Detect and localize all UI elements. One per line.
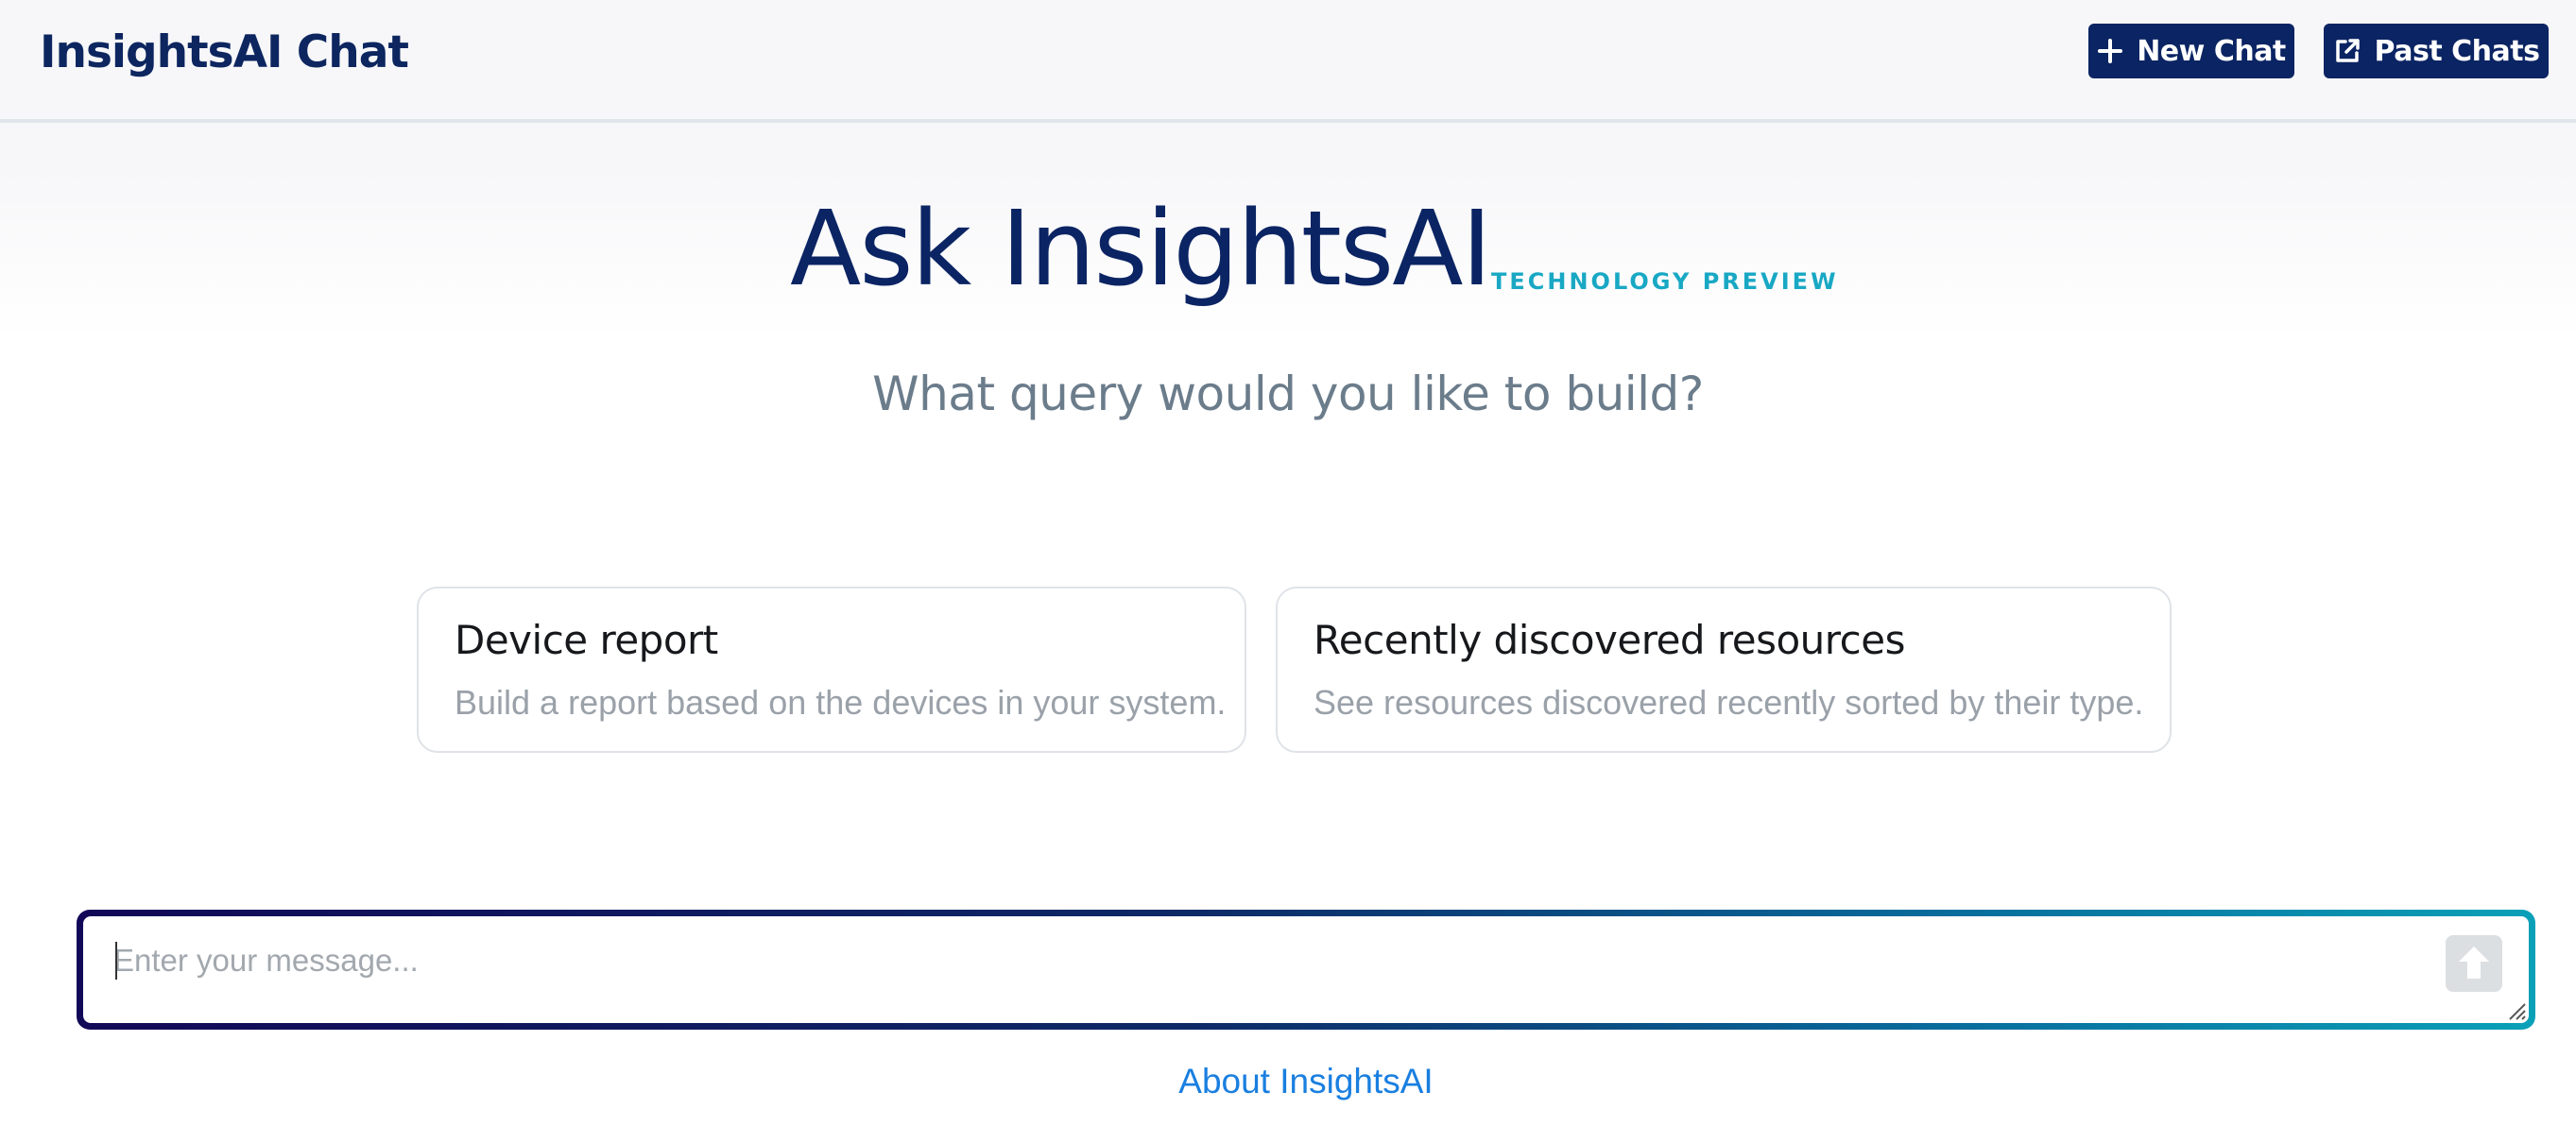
hero-subtitle: What query would you like to build? — [0, 370, 2576, 418]
arrow-up-icon — [2455, 943, 2493, 985]
new-chat-button[interactable]: New Chat — [2088, 24, 2294, 78]
suggestion-card-description: See resources discovered recently sorted… — [1314, 683, 2144, 722]
app-page: InsightsAI Chat New Chat Past Chats Ask … — [0, 0, 2576, 1126]
new-chat-label: New Chat — [2137, 34, 2286, 68]
about-insightsai-link[interactable]: About InsightsAI — [0, 1064, 2576, 1099]
about-link-text: About InsightsAI — [1178, 1062, 1434, 1100]
message-composer-inner — [83, 916, 2529, 1023]
send-button[interactable] — [2446, 935, 2502, 992]
resize-handle-icon[interactable] — [2504, 998, 2527, 1021]
external-link-icon — [2333, 37, 2361, 65]
suggestion-card-recent-resources[interactable]: Recently discovered resources See resour… — [1276, 587, 2172, 753]
message-composer — [77, 910, 2535, 1030]
hero-subtitle-text: What query would you like to build? — [872, 367, 1704, 421]
past-chats-button[interactable]: Past Chats — [2324, 24, 2549, 78]
plus-icon — [2097, 38, 2123, 64]
suggestion-card-title: Device report — [455, 617, 718, 663]
message-input[interactable] — [113, 937, 2381, 984]
past-chats-label: Past Chats — [2374, 34, 2540, 68]
suggestion-card-title: Recently discovered resources — [1314, 617, 1905, 663]
suggestion-card-device-report[interactable]: Device report Build a report based on th… — [417, 587, 1246, 753]
text-caret — [115, 942, 117, 980]
app-title: InsightsAI Chat — [40, 26, 409, 78]
suggestion-card-description: Build a report based on the devices in y… — [455, 683, 1227, 722]
hero-title: Ask InsightsAI — [790, 188, 1492, 309]
technology-preview-badge: TECHNOLOGY PREVIEW — [1491, 268, 1839, 295]
top-header: InsightsAI Chat New Chat Past Chats — [0, 0, 2576, 123]
